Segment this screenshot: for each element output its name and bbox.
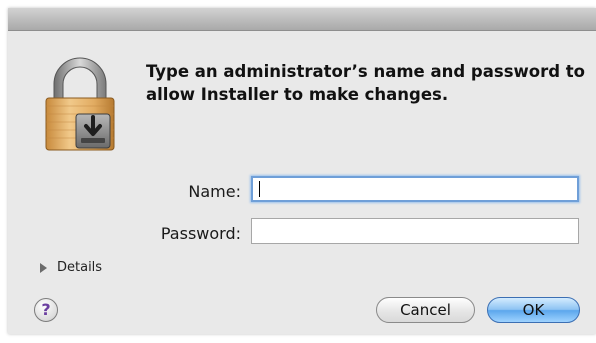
password-label: Password: bbox=[160, 224, 241, 243]
details-disclosure[interactable]: Details bbox=[40, 260, 102, 275]
name-label: Name: bbox=[188, 182, 241, 201]
dialog-message: Type an administrator’s name and passwor… bbox=[146, 62, 586, 104]
title-bar[interactable] bbox=[8, 8, 596, 31]
name-field[interactable] bbox=[251, 176, 579, 202]
ok-button[interactable]: OK bbox=[487, 297, 580, 323]
details-label: Details bbox=[57, 260, 103, 275]
lock-installer-icon bbox=[45, 57, 115, 151]
text-caret bbox=[259, 181, 260, 197]
password-field[interactable] bbox=[251, 218, 579, 244]
auth-dialog: Type an administrator’s name and passwor… bbox=[8, 8, 596, 334]
disclosure-triangle-icon[interactable] bbox=[40, 262, 47, 273]
help-button[interactable]: ? bbox=[34, 298, 58, 322]
cancel-button[interactable]: Cancel bbox=[376, 297, 475, 323]
